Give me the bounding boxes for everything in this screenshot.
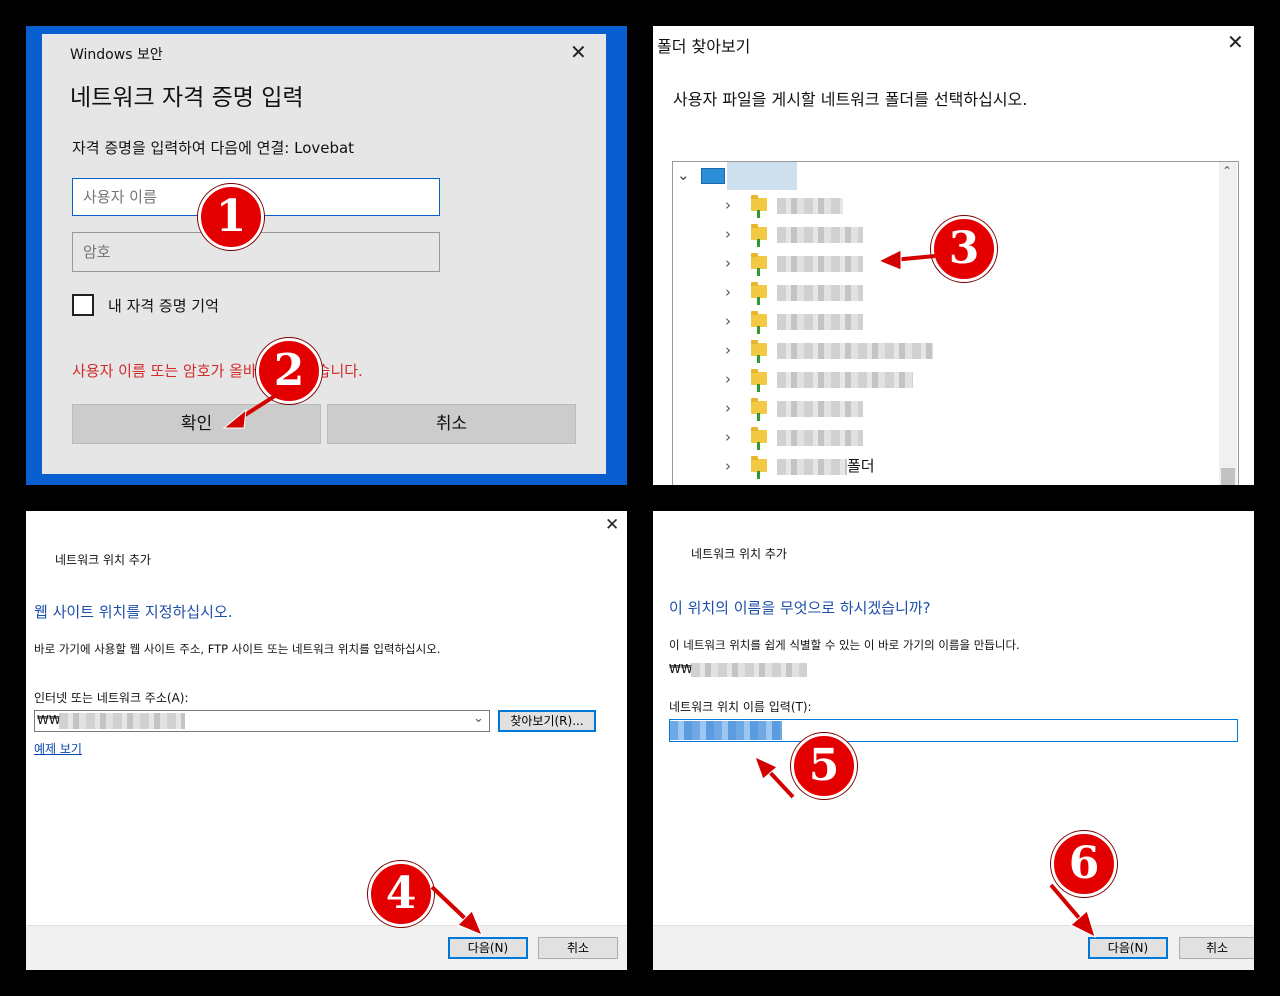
chevron-right-icon[interactable]: › <box>725 341 731 359</box>
path-redacted <box>691 663 807 677</box>
dialog-title: Windows 보안 <box>70 47 163 63</box>
folder-tree[interactable]: ⌄ ⌃ › › › › › › › › › › 폴더 <box>672 161 1239 485</box>
chevron-up-icon[interactable]: ⌃ <box>1222 164 1232 178</box>
shared-folder-icon <box>751 311 767 334</box>
step-marker-1: 1 <box>198 184 264 250</box>
chevron-right-icon[interactable]: › <box>725 457 731 475</box>
page-description: 이 네트워크 위치를 쉽게 식별할 수 있는 이 바로 가기의 이름을 만듭니다… <box>669 638 1020 652</box>
windows-security-panel: Windows 보안 ✕ 네트워크 자격 증명 입력 자격 증명을 입력하여 다… <box>26 26 627 485</box>
wizard-title: 네트워크 위치 추가 <box>55 553 151 567</box>
tree-item[interactable]: › 폴더 <box>673 453 1233 482</box>
item-name-redacted <box>777 198 843 214</box>
cancel-button[interactable]: 취소 <box>538 937 618 959</box>
tree-item[interactable]: › <box>673 366 1233 395</box>
tree-item[interactable]: › <box>673 279 1233 308</box>
chevron-right-icon[interactable]: › <box>725 254 731 272</box>
instruction-text: 사용자 파일을 게시할 네트워크 폴더를 선택하십시오. <box>673 90 1028 109</box>
chevron-right-icon[interactable]: › <box>725 312 731 330</box>
arrow-icon <box>754 756 795 799</box>
folder-browser-panel: 폴더 찾아보기 ✕ 사용자 파일을 게시할 네트워크 폴더를 선택하십시오. ⌄… <box>653 26 1254 485</box>
item-name-redacted <box>777 372 913 388</box>
address-label: 인터넷 또는 네트워크 주소(A): <box>34 691 189 705</box>
remember-checkbox[interactable] <box>72 294 94 316</box>
shared-folder-icon <box>751 369 767 392</box>
tree-item-label: 폴더 <box>847 457 875 475</box>
connect-prompt: 자격 증명을 입력하여 다음에 연결: Lovebat <box>72 139 355 157</box>
wizard-title: 네트워크 위치 추가 <box>691 547 787 561</box>
add-location-address-panel: ✕ 네트워크 위치 추가 웹 사이트 위치를 지정하십시오. 바로 가기에 사용… <box>26 511 627 970</box>
item-name-redacted <box>777 343 933 359</box>
wizard-footer <box>26 925 627 970</box>
chevron-down-icon[interactable]: ⌄ <box>677 166 690 184</box>
shared-folder-icon <box>751 398 767 421</box>
page-heading: 이 위치의 이름을 무엇으로 하시겠습니까? <box>669 599 931 617</box>
close-icon[interactable]: ✕ <box>605 515 619 535</box>
item-name-redacted <box>777 430 863 446</box>
selected-name-redacted <box>670 721 782 740</box>
tree-item[interactable]: › <box>673 337 1233 366</box>
chevron-right-icon[interactable]: › <box>725 399 731 417</box>
computer-name-redacted <box>727 162 797 190</box>
arrow-icon <box>430 885 483 936</box>
close-icon[interactable]: ✕ <box>570 40 587 64</box>
page-heading: 웹 사이트 위치를 지정하십시오. <box>34 603 233 621</box>
chevron-right-icon[interactable]: › <box>725 225 731 243</box>
address-redacted <box>59 713 185 729</box>
name-input[interactable] <box>669 719 1238 742</box>
chevron-down-icon[interactable]: ⌄ <box>473 711 484 726</box>
page-description: 바로 가기에 사용할 웹 사이트 주소, FTP 사이트 또는 네트워크 위치를… <box>34 642 441 656</box>
dialog-title: 폴더 찾아보기 <box>657 37 751 56</box>
tree-item[interactable]: › <box>673 395 1233 424</box>
arrow-icon <box>1049 883 1096 938</box>
tree-item[interactable]: › <box>673 308 1233 337</box>
chevron-right-icon[interactable]: › <box>725 428 731 446</box>
item-name-redacted <box>777 227 863 243</box>
add-location-name-panel: 네트워크 위치 추가 이 위치의 이름을 무엇으로 하시겠습니까? 이 네트워크… <box>653 511 1254 970</box>
arrow-icon <box>222 392 280 429</box>
path-value: ₩₩ <box>669 662 693 676</box>
shared-folder-icon <box>751 427 767 450</box>
dialog-heading: 네트워크 자격 증명 입력 <box>70 85 304 111</box>
arrow-icon <box>877 249 936 271</box>
chevron-right-icon[interactable]: › <box>725 196 731 214</box>
shared-folder-icon <box>751 224 767 247</box>
shared-folder-icon <box>751 195 767 218</box>
close-icon[interactable]: ✕ <box>1227 30 1244 54</box>
chevron-right-icon[interactable]: › <box>725 370 731 388</box>
cancel-button[interactable]: 취소 <box>1179 937 1254 959</box>
remember-label: 내 자격 증명 기억 <box>108 297 219 315</box>
examples-link[interactable]: 예제 보기 <box>34 740 82 757</box>
tree-item[interactable]: › <box>673 424 1233 453</box>
shared-folder-icon <box>751 456 767 479</box>
item-name-redacted <box>777 285 863 301</box>
name-label: 네트워크 위치 이름 입력(T): <box>669 700 812 714</box>
item-name-redacted <box>777 401 863 417</box>
browse-button[interactable]: 찾아보기(R)... <box>498 710 596 732</box>
item-name-redacted <box>777 314 863 330</box>
item-name-redacted <box>777 256 863 272</box>
address-value: ₩₩ <box>37 713 61 727</box>
address-combobox[interactable]: ₩₩ ⌄ <box>34 710 490 732</box>
security-dialog: Windows 보안 ✕ 네트워크 자격 증명 입력 자격 증명을 입력하여 다… <box>42 34 606 474</box>
computer-icon <box>701 168 725 184</box>
item-name-redacted <box>777 459 847 475</box>
chevron-right-icon[interactable]: › <box>725 283 731 301</box>
shared-folder-icon <box>751 340 767 363</box>
shared-folder-icon <box>751 282 767 305</box>
cancel-button[interactable]: 취소 <box>327 404 576 444</box>
shared-folder-icon <box>751 253 767 276</box>
